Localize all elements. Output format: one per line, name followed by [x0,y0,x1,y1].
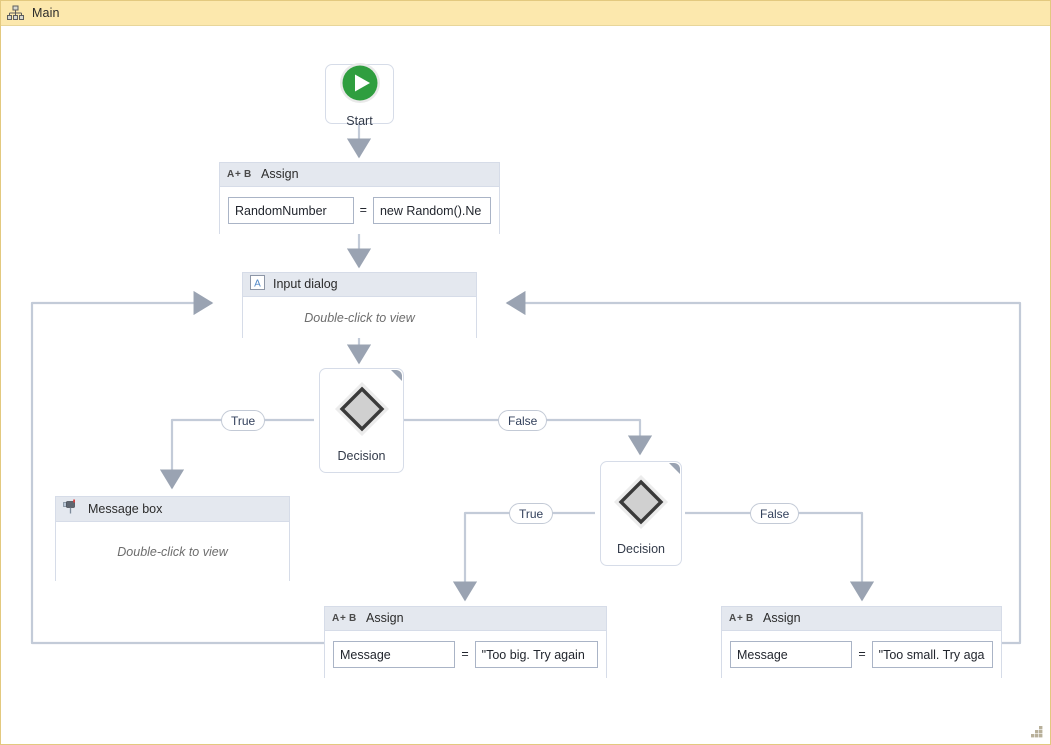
node-decision-2[interactable]: Decision [600,461,682,566]
svg-text:B: B [746,613,753,623]
assign-icon: A + B [227,166,253,184]
node-decision-2-label: Decision [617,542,665,557]
assign-random-right-field[interactable]: new Random().Ne [372,197,491,224]
node-message-box-hint: Double-click to view [117,544,228,559]
assign-too-small-right-field[interactable]: "Too small. Try aga [871,641,993,668]
node-assign-random-title: Assign [261,167,299,182]
node-assign-too-big-body: Message = "Too big. Try again [325,631,606,678]
node-assign-too-small-header: A + B Assign [722,607,1001,631]
node-assign-too-small-body: Message = "Too small. Try aga [722,631,1001,678]
node-message-box-title: Message box [88,501,163,516]
wire-decision2-false-to-assign-toosmall [685,511,875,602]
wire-assign-toosmall-loopback [505,290,1022,645]
node-assign-random-body: RandomNumber = new Random().Ne [220,187,499,234]
branch-label-decision1-true[interactable]: True [221,410,266,431]
node-input-dialog-title: Input dialog [273,277,338,292]
svg-text:A: A [254,278,261,289]
node-assign-too-small-title: Assign [763,611,801,626]
assign-too-small-left-field[interactable]: Message [730,641,853,668]
flowchart-canvas[interactable]: Start A + B Assign RandomNumber = new Ra… [2,26,1050,744]
svg-text:B: B [244,169,251,179]
window-titlebar: Main [1,1,1050,26]
node-message-box[interactable]: Message box Double-click to view [55,496,290,581]
assign-icon: A + B [332,610,358,628]
node-start[interactable]: Start [325,61,394,127]
node-message-box-body: Double-click to view [56,522,289,581]
svg-text:B: B [349,613,356,623]
hierarchy-icon [7,5,24,21]
svg-text:A: A [227,169,234,179]
svg-text:+: + [737,613,743,623]
play-circle-icon [338,61,382,110]
input-dialog-icon: A [250,274,265,295]
branch-label-decision2-true[interactable]: True [509,503,554,524]
wire-assign-toobig-loopback [30,290,324,645]
assign-too-big-left-field[interactable]: Message [333,641,456,668]
resize-grip-icon[interactable] [1029,724,1045,740]
assign-random-left-field[interactable]: RandomNumber [228,197,354,224]
diamond-icon [610,471,672,538]
svg-text:+: + [340,613,346,623]
assign-too-small-operator: = [858,647,866,662]
page-title: Main [32,6,60,20]
node-input-dialog-body: Double-click to view [243,297,476,338]
assign-random-operator: = [359,203,367,218]
node-input-dialog[interactable]: A Input dialog Double-click to view [242,272,477,338]
node-input-dialog-header: A Input dialog [243,273,476,297]
node-start-label: Start [346,113,373,128]
diamond-icon [331,378,393,445]
assign-too-big-operator: = [461,647,469,662]
decision-1-corner-marker [391,370,402,381]
branch-label-decision2-false[interactable]: False [750,503,800,524]
assign-icon: A + B [729,610,755,628]
node-input-dialog-hint: Double-click to view [304,310,415,325]
svg-text:A: A [332,613,339,623]
node-assign-random-header: A + B Assign [220,163,499,187]
svg-text:+: + [235,169,241,179]
mailbox-icon [63,499,80,520]
assign-too-big-right-field[interactable]: "Too big. Try again [474,641,598,668]
wire-decision2-true-to-assign-toobig [452,511,595,602]
node-decision-1-label: Decision [337,449,386,464]
node-message-box-header: Message box [56,497,289,522]
flowchart-designer-window: Main Start A + B Assign RandomNumber = n… [0,0,1051,745]
decision-2-corner-marker [669,463,680,474]
node-decision-1[interactable]: Decision [319,368,404,473]
node-assign-too-small[interactable]: A + B Assign Message = "Too small. Try a… [721,606,1002,678]
node-assign-too-big[interactable]: A + B Assign Message = "Too big. Try aga… [324,606,607,678]
branch-label-decision1-false[interactable]: False [498,410,548,431]
node-assign-random[interactable]: A + B Assign RandomNumber = new Random()… [219,162,500,234]
node-assign-too-big-title: Assign [366,611,404,626]
node-assign-too-big-header: A + B Assign [325,607,606,631]
svg-text:A: A [729,613,736,623]
